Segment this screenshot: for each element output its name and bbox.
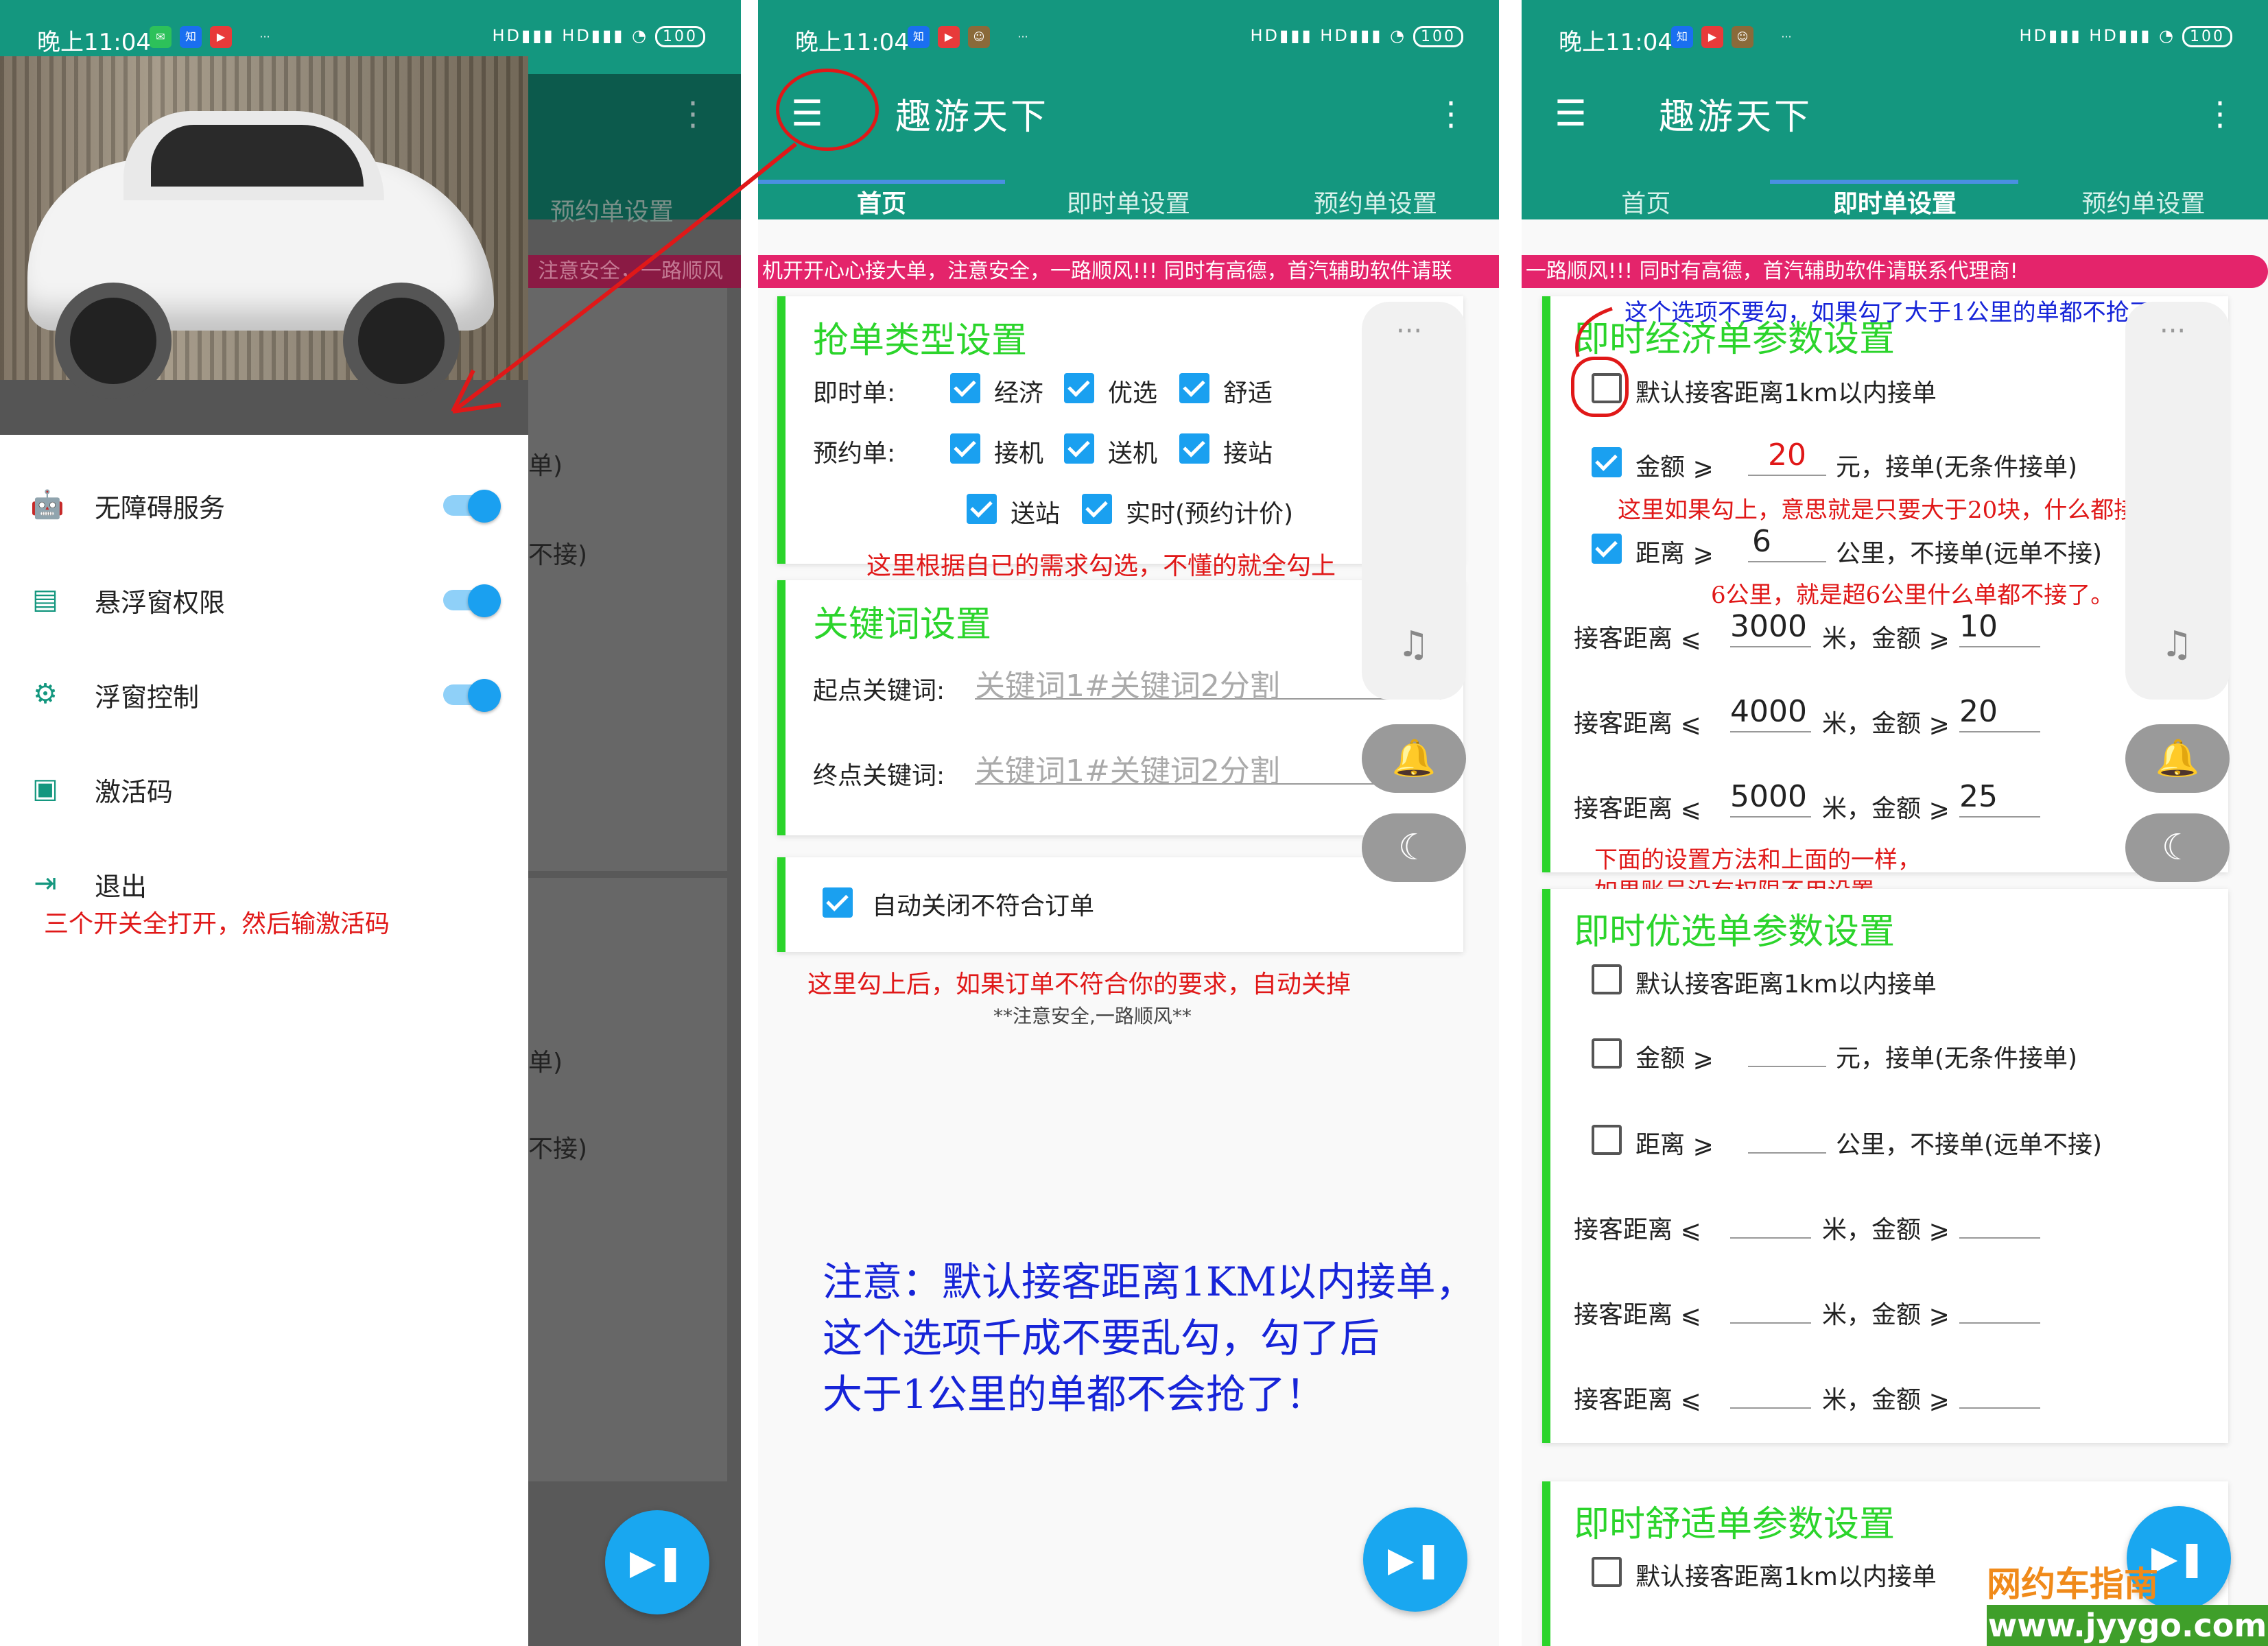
annotation-arrow — [451, 142, 1613, 414]
